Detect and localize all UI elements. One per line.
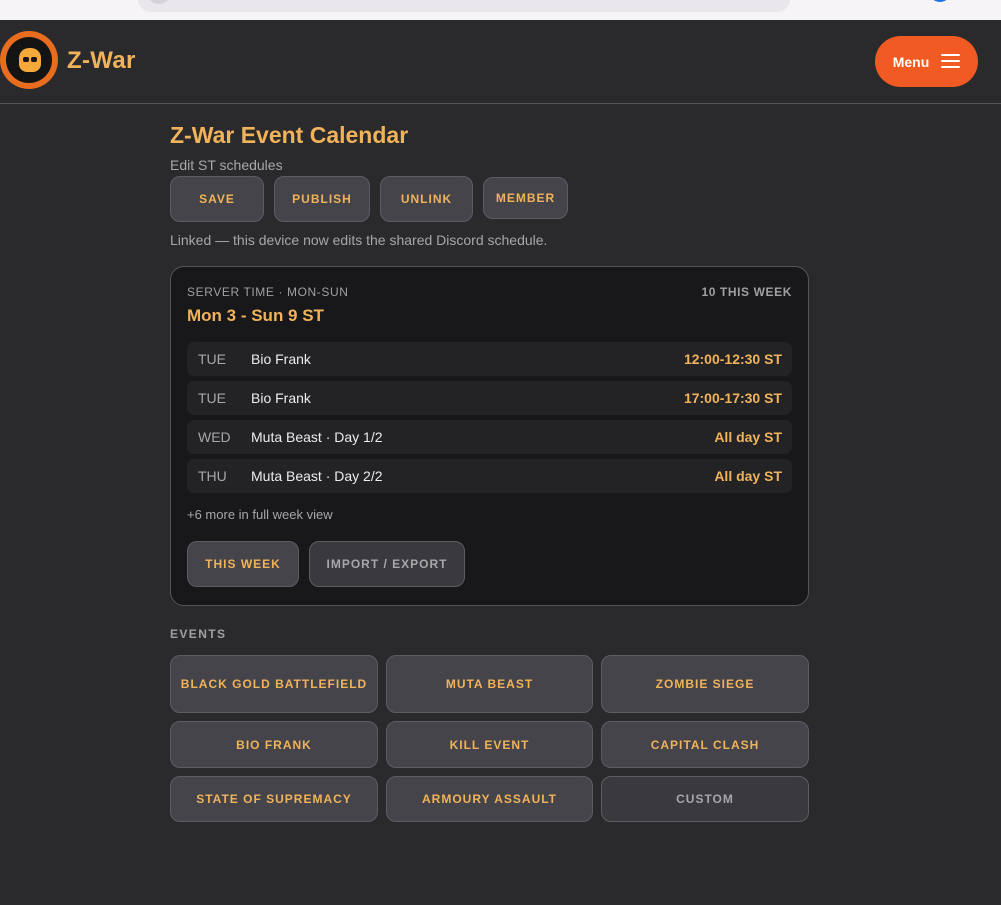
browser-extension-icon[interactable] [929, 0, 951, 2]
browser-address-bar[interactable] [138, 0, 790, 12]
brand-logo-icon[interactable] [0, 31, 58, 89]
event-time: All day ST [714, 429, 782, 445]
week-event-row[interactable]: THU Muta Beast · Day 2/2 All day ST [187, 459, 792, 493]
event-custom-button[interactable]: CUSTOM [601, 776, 809, 822]
event-state-of-supremacy-button[interactable]: STATE OF SUPREMACY [170, 776, 378, 822]
event-black-gold-battlefield-button[interactable]: BLACK GOLD BATTLEFIELD [170, 655, 378, 713]
event-day: TUE [198, 351, 226, 367]
event-time: All day ST [714, 468, 782, 484]
menu-button[interactable]: Menu [875, 36, 978, 87]
more-events-note: +6 more in full week view [187, 507, 333, 522]
event-time: 12:00-12:30 ST [683, 351, 782, 367]
logo-eye-left [23, 57, 29, 62]
week-event-row[interactable]: WED Muta Beast · Day 1/2 All day ST [187, 420, 792, 454]
week-event-row[interactable]: TUE Bio Frank 12:00-12:30 ST [187, 342, 792, 376]
menu-label: Menu [892, 53, 930, 70]
event-day: WED [198, 429, 231, 445]
week-summary-card: SERVER TIME · MON-SUN 10 THIS WEEK Mon 3… [170, 266, 809, 606]
event-name: Muta Beast · Day 1/2 [251, 429, 383, 445]
week-event-count: 10 THIS WEEK [701, 285, 792, 299]
week-event-row[interactable]: TUE Bio Frank 17:00-17:30 ST [187, 381, 792, 415]
event-type-grid: BLACK GOLD BATTLEFIELD MUTA BEAST ZOMBIE… [170, 655, 809, 822]
logo-skull-icon [19, 48, 41, 72]
browser-toolbar [0, 0, 1001, 20]
event-kill-event-button[interactable]: KILL EVENT [386, 721, 593, 768]
event-name: Muta Beast · Day 2/2 [251, 468, 383, 484]
event-day: THU [198, 468, 227, 484]
event-day: TUE [198, 390, 226, 406]
member-button[interactable]: MEMBER [483, 177, 568, 219]
event-armoury-assault-button[interactable]: ARMOURY ASSAULT [386, 776, 593, 822]
event-muta-beast-button[interactable]: MUTA BEAST [386, 655, 593, 713]
page-title: Z-War Event Calendar [170, 122, 409, 148]
event-zombie-siege-button[interactable]: ZOMBIE SIEGE [601, 655, 809, 713]
events-section-label: EVENTS [170, 627, 227, 641]
import-export-button[interactable]: IMPORT / EXPORT [309, 541, 465, 587]
this-week-button[interactable]: THIS WEEK [187, 541, 299, 587]
calendar-main: Z-War Event Calendar Edit ST schedules S… [170, 120, 810, 822]
site-header: Z-War Menu [0, 20, 1001, 104]
event-name: Bio Frank [251, 390, 311, 406]
publish-button[interactable]: PUBLISH [274, 176, 370, 222]
event-name: Bio Frank [251, 351, 311, 367]
logo-ring [6, 37, 52, 83]
event-time: 17:00-17:30 ST [683, 390, 782, 406]
week-range: Mon 3 - Sun 9 ST [187, 306, 324, 325]
page-subtitle: Edit ST schedules [170, 157, 283, 173]
link-status-text: Linked — this device now edits the share… [170, 232, 548, 248]
event-bio-frank-button[interactable]: BIO FRANK [170, 721, 378, 768]
unlink-button[interactable]: UNLINK [380, 176, 473, 222]
week-event-list: TUE Bio Frank 12:00-12:30 ST TUE Bio Fra… [187, 342, 792, 498]
save-button[interactable]: SAVE [170, 176, 264, 222]
server-time-label: SERVER TIME · MON-SUN [187, 285, 349, 299]
brand-name[interactable]: Z-War [67, 47, 136, 75]
logo-eye-right [31, 57, 37, 62]
event-capital-clash-button[interactable]: CAPITAL CLASH [601, 721, 809, 768]
action-toolbar: SAVE PUBLISH UNLINK MEMBER [170, 176, 810, 222]
hamburger-icon [941, 54, 961, 69]
